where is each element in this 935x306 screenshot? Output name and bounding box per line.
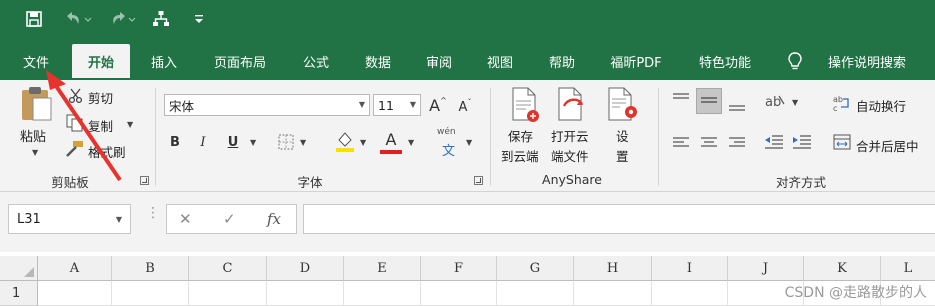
annotation-arrow-icon: [46, 70, 122, 182]
